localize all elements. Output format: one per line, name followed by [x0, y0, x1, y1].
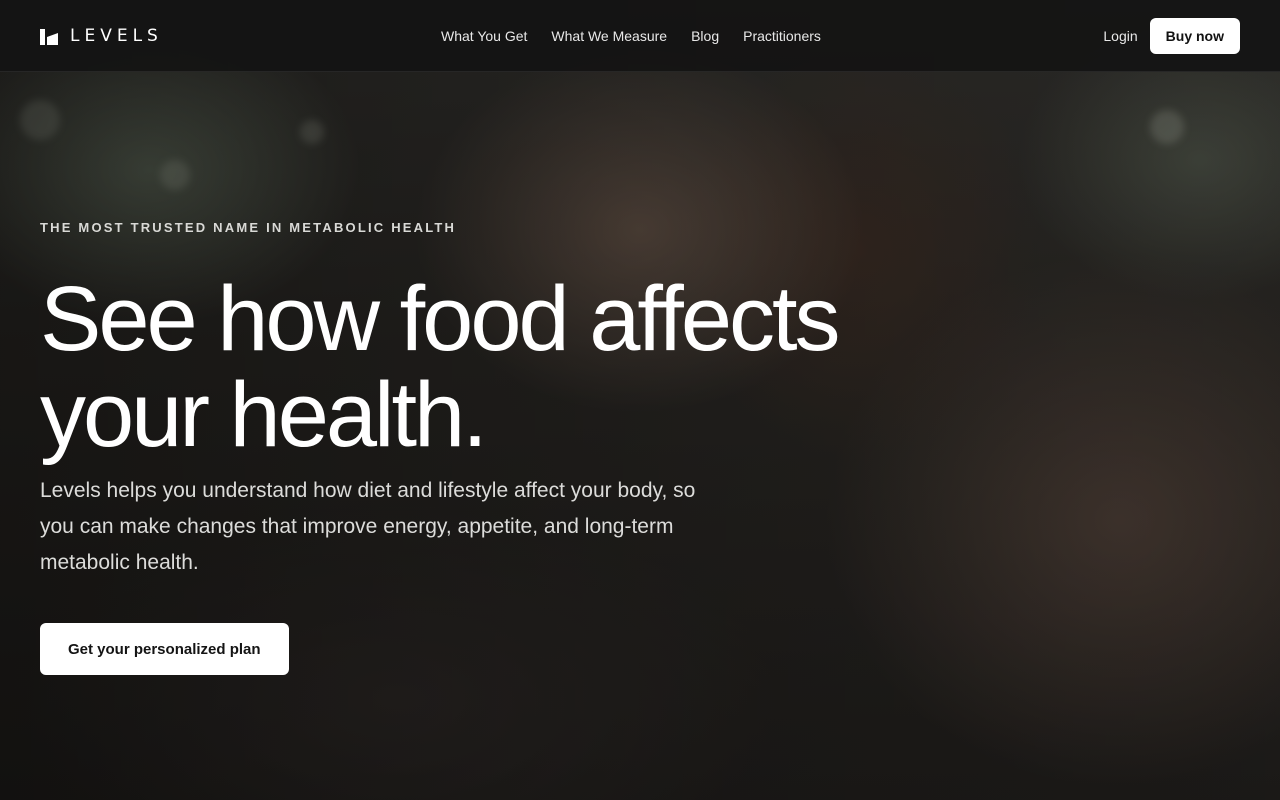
- header-actions: Login Buy now: [1103, 18, 1240, 54]
- hero-content: THE MOST TRUSTED NAME IN METABOLIC HEALT…: [40, 220, 940, 675]
- personalized-plan-button[interactable]: Get your personalized plan: [40, 623, 289, 675]
- hero-subheading: Levels helps you understand how diet and…: [40, 479, 696, 574]
- login-link[interactable]: Login: [1103, 28, 1137, 44]
- nav-practitioners[interactable]: Practitioners: [743, 28, 821, 44]
- hero-headline: See how food affects your health.: [40, 271, 940, 463]
- headline-line-1: See how food affects: [40, 268, 841, 370]
- nav-what-we-measure[interactable]: What We Measure: [551, 28, 667, 44]
- hero-eyebrow: THE MOST TRUSTED NAME IN METABOLIC HEALT…: [40, 220, 457, 235]
- levels-logo-icon: [40, 28, 58, 45]
- buy-now-button[interactable]: Buy now: [1149, 18, 1240, 54]
- main-nav: What You Get What We Measure Blog Practi…: [441, 0, 821, 72]
- headline-line-2: your health.: [40, 364, 488, 466]
- nav-what-you-get[interactable]: What You Get: [441, 28, 527, 44]
- hero-section: LEVELS What You Get What We Measure Blog…: [0, 0, 1280, 800]
- brand-logo[interactable]: LEVELS: [40, 26, 163, 46]
- nav-blog[interactable]: Blog: [691, 28, 719, 44]
- brand-name: LEVELS: [70, 25, 163, 46]
- site-header: LEVELS What You Get What We Measure Blog…: [0, 0, 1280, 72]
